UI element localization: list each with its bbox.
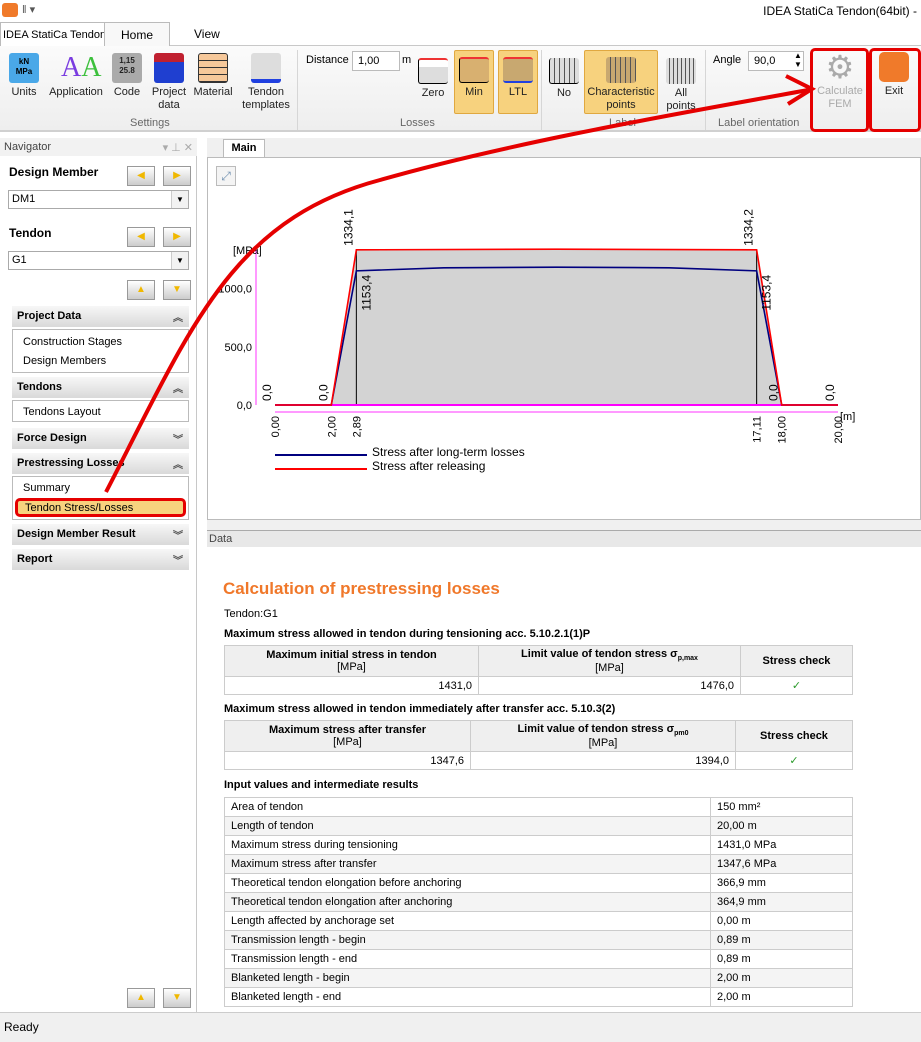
value-cell: 0,89 m xyxy=(710,949,853,969)
table1-caption: Maximum stress allowed in tendon during … xyxy=(224,628,591,640)
label-cell: Maximum stress during tensioning xyxy=(224,835,711,855)
label-cell: Theoretical tendon elongation before anc… xyxy=(224,873,711,893)
table-row: Transmission length - begin 0,89 m xyxy=(224,930,853,950)
label-cell: Area of tendon xyxy=(224,797,711,817)
table-row: Area of tendon 150 mm² xyxy=(224,797,853,817)
check-icon: ✓ xyxy=(735,751,853,771)
x-tick-label: 17,11 xyxy=(752,416,764,443)
x-tick-label: 2,00 xyxy=(326,416,338,437)
table-row: Theoretical tendon elongation before anc… xyxy=(224,873,853,893)
table-row: 1347,6 1394,0 ✓ xyxy=(224,751,853,771)
col-header: Stress check xyxy=(735,719,853,753)
col-header: Maximum initial stress in tendon [MPa] xyxy=(224,644,479,678)
table2-caption: Maximum stress allowed in tendon immedia… xyxy=(224,703,616,715)
label-cell: Blanketed length - end xyxy=(224,987,711,1007)
value-cell: 2,00 m xyxy=(710,968,853,988)
table-row: Maximum stress during tensioning 1431,0 M… xyxy=(224,835,853,855)
stress-area xyxy=(331,249,782,405)
label-cell: Maximum stress after transfer xyxy=(224,854,711,874)
label-cell: Transmission length - end xyxy=(224,949,711,969)
value-cell: 364,9 mm xyxy=(710,892,853,912)
cell: 1394,0 xyxy=(470,751,736,771)
report-tendon: Tendon:G1 xyxy=(224,608,278,620)
point-label: 0,0 xyxy=(316,384,330,401)
value-cell: 1431,0 MPa xyxy=(710,835,853,855)
point-label: 0,0 xyxy=(823,384,837,401)
table-row: Transmission length - end 0,89 m xyxy=(224,949,853,969)
value-cell: 0,89 m xyxy=(710,930,853,950)
legend-label: Stress after releasing xyxy=(372,459,485,473)
table-row: Theoretical tendon elongation after anch… xyxy=(224,892,853,912)
cell: 1476,0 xyxy=(478,676,741,696)
y-axis-label: [MPa] xyxy=(233,245,262,257)
value-cell: 1347,6 MPa xyxy=(710,854,853,874)
x-tick-label: 2,89 xyxy=(351,416,363,437)
col-header: Maximum stress after transfer [MPa] xyxy=(224,719,471,753)
table-row: Length affected by anchorage set 0,00 m xyxy=(224,911,853,931)
table-row: 1431,0 1476,0 ✓ xyxy=(224,676,853,696)
point-label: 1153,4 xyxy=(359,275,373,311)
y-tick-label: 1000,0 xyxy=(218,284,252,296)
value-cell: 150 mm² xyxy=(710,797,853,817)
table-row: Blanketed length - end 2,00 m xyxy=(224,987,853,1007)
table-row: Length of tendon 20,00 m xyxy=(224,816,853,836)
table-row: Blanketed length - begin 2,00 m xyxy=(224,968,853,988)
legend-label: Stress after long-term losses xyxy=(372,445,525,459)
cell: 1347,6 xyxy=(224,751,471,771)
label-cell: Length affected by anchorage set xyxy=(224,911,711,931)
check-icon: ✓ xyxy=(740,676,853,696)
point-label: 0,0 xyxy=(767,384,781,401)
col-header: Limit value of tendon stress σp,max [MPa] xyxy=(478,644,741,678)
point-label: 1153,4 xyxy=(760,275,774,311)
cell: 1431,0 xyxy=(224,676,479,696)
col-header: Limit value of tendon stress σpm0 [MPa] xyxy=(470,719,736,753)
report-title: Calculation of prestressing losses xyxy=(223,579,500,598)
x-tick-label: 20,00 xyxy=(833,416,845,444)
value-cell: 2,00 m xyxy=(710,987,853,1007)
point-label: 1334,1 xyxy=(341,209,355,246)
transfer-table: Maximum stress after transfer [MPa] Limit … xyxy=(224,719,853,771)
table-row: Maximum stress after transfer 1347,6 MPa xyxy=(224,854,853,874)
tensioning-table: Maximum initial stress in tendon [MPa] Lim… xyxy=(224,644,853,696)
y-tick-label: 0,0 xyxy=(237,400,252,412)
value-cell: 20,00 m xyxy=(710,816,853,836)
value-cell: 0,00 m xyxy=(710,911,853,931)
y-tick-label: 500,0 xyxy=(224,342,252,354)
status-bar: Ready xyxy=(0,1012,921,1042)
label-cell: Blanketed length - begin xyxy=(224,968,711,988)
table3-caption: Input values and intermediate results xyxy=(224,779,419,791)
point-label: 0,0 xyxy=(260,384,274,401)
x-tick-label: 18,00 xyxy=(777,416,789,444)
point-label: 1334,2 xyxy=(742,209,756,246)
value-cell: 366,9 mm xyxy=(710,873,853,893)
label-cell: Length of tendon xyxy=(224,816,711,836)
input-values-table: Area of tendon 150 mm² Length of tendon 20,… xyxy=(224,797,853,1007)
label-cell: Transmission length - begin xyxy=(224,930,711,950)
col-header: Stress check xyxy=(740,644,853,678)
x-tick-label: 0,00 xyxy=(270,416,282,437)
label-cell: Theoretical tendon elongation after anch… xyxy=(224,892,711,912)
